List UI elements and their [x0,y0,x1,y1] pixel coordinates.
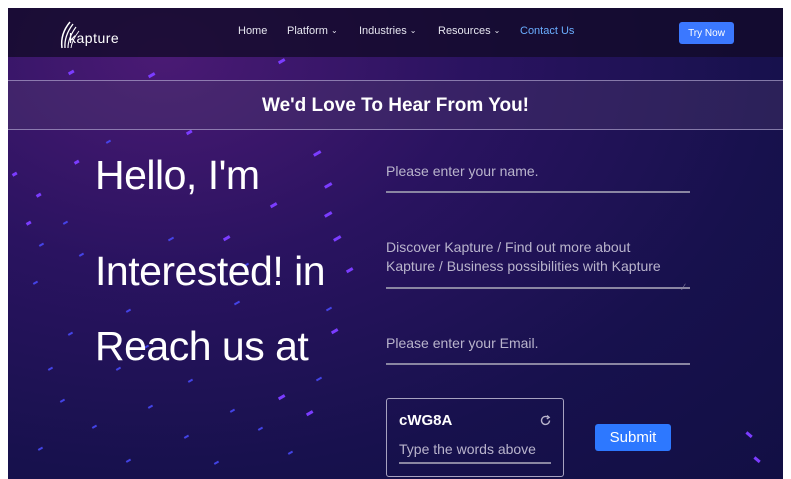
email-input[interactable]: Please enter your Email. [386,334,539,353]
chevron-down-icon: ⌄ [409,26,417,35]
nav-industries[interactable]: Industries ⌄ [359,25,416,37]
name-input-underline [386,191,690,193]
page-canvas: kapture Home Platform ⌄ Industries ⌄ Resou… [8,8,783,479]
nav-resources[interactable]: Resources ⌄ [438,25,500,37]
hero-banner: We'd Love To Hear From You! [8,80,783,130]
top-navbar: kapture Home Platform ⌄ Industries ⌄ Resou… [8,8,783,57]
try-now-button[interactable]: Try Now [679,22,734,44]
chevron-down-icon: ⌄ [493,26,501,35]
nav-platform[interactable]: Platform ⌄ [287,25,338,37]
interest-line-2: Kapture / Business possibilities with Ka… [386,258,661,274]
logo-wordmark: kapture [69,30,120,46]
captcha-code: cWG8A [399,412,453,429]
captcha-input-underline [399,462,551,464]
nav-contact-us-label: Contact Us [520,25,575,37]
headline-interested: Interested! in [95,248,326,294]
banner-title: We'd Love To Hear From You! [261,95,530,116]
nav-contact-us[interactable]: Contact Us [520,25,574,37]
headline-hello: Hello, I'm [95,152,260,198]
refresh-icon[interactable] [539,414,552,427]
interest-line-1: Discover Kapture / Find out more about [386,239,631,255]
interest-textarea[interactable]: Discover Kapture / Find out more about K… [386,238,661,276]
interest-textarea-underline [386,287,690,289]
captcha-input[interactable]: Type the words above [399,441,536,457]
chevron-down-icon: ⌄ [330,26,338,35]
nav-industries-label: Industries [359,25,407,37]
email-input-underline [386,363,690,365]
nav-platform-label: Platform [287,25,328,37]
name-input[interactable]: Please enter your name. [386,162,539,181]
nav-home[interactable]: Home [238,25,267,37]
nav-resources-label: Resources [438,25,491,37]
kapture-logo[interactable]: kapture [58,18,138,52]
submit-button[interactable]: Submit [595,424,671,451]
headline-reach-us: Reach us at [95,323,309,369]
captcha-panel: cWG8A Type the words above [386,398,564,477]
nav-home-label: Home [238,25,268,37]
